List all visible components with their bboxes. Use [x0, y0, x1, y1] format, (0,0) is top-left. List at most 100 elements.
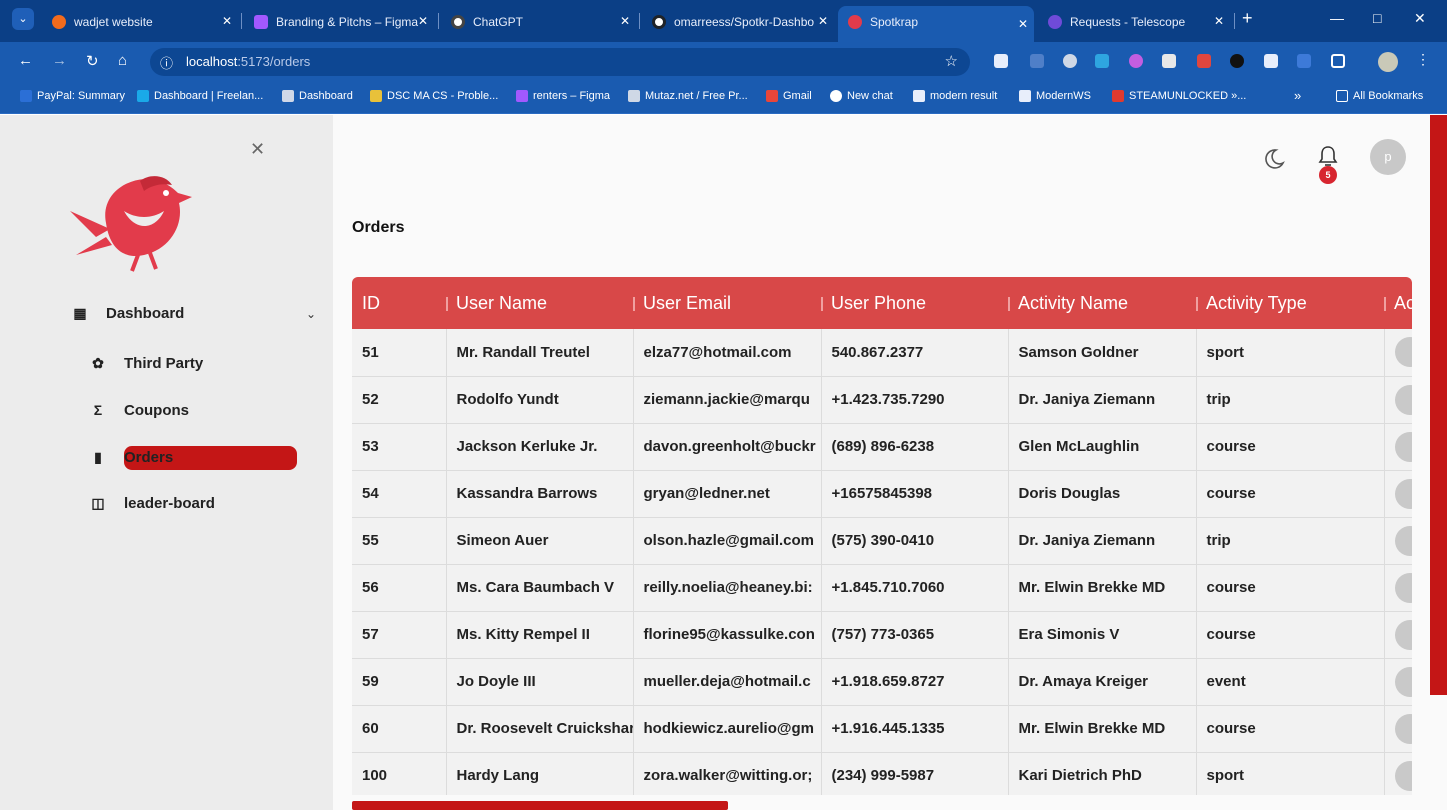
- extension-icon[interactable]: [1129, 54, 1143, 68]
- browser-tab[interactable]: wadjet website ✕: [42, 6, 238, 36]
- extension-icon[interactable]: [1230, 54, 1244, 68]
- table-row[interactable]: 55 Simeon Auer olson.hazle@gmail.com (575) …: [352, 517, 1412, 564]
- bookmark-item[interactable]: Gmail: [766, 90, 812, 103]
- sidebar-item-label: Coupons: [124, 402, 189, 419]
- column-header-activity-extra[interactable]: Ac: [1384, 277, 1412, 329]
- extension-icon[interactable]: [1063, 54, 1077, 68]
- bookmark-star-icon[interactable]: ☆: [945, 52, 958, 70]
- bookmark-item[interactable]: DSC MA CS - Proble...: [370, 90, 498, 103]
- cell-activity-name: Dr. Amaya Kreiger: [1008, 658, 1197, 705]
- browser-tab[interactable]: Requests - Telescope ✕: [1038, 6, 1230, 36]
- cell-activity-avatar: [1384, 611, 1412, 658]
- table-row[interactable]: 52 Rodolfo Yundt ziemann.jackie@marqu +1.42…: [352, 376, 1412, 423]
- column-header-activity-name[interactable]: Activity Name: [1008, 277, 1196, 329]
- table-row[interactable]: 60 Dr. Roosevelt Cruickshar hodkiewicz.aur…: [352, 705, 1412, 752]
- browser-tab[interactable]: Branding & Pitchs – Figma ✕: [244, 6, 434, 36]
- extension-icon[interactable]: [1095, 54, 1109, 68]
- extension-icon[interactable]: [1297, 54, 1311, 68]
- close-icon[interactable]: ✕: [1214, 6, 1224, 36]
- extension-icon[interactable]: [1264, 54, 1278, 68]
- table-row[interactable]: 53 Jackson Kerluke Jr. davon.greenholt@buc…: [352, 423, 1412, 470]
- cell-activity-avatar: [1384, 752, 1412, 795]
- vertical-scrollbar[interactable]: [1430, 115, 1447, 695]
- bookmark-item[interactable]: renters – Figma: [516, 90, 610, 103]
- leaderboard-icon: ◫: [91, 495, 105, 511]
- page-title: Orders: [352, 219, 405, 236]
- url-input[interactable]: ⓘ localhost:5173/orders ☆: [150, 48, 970, 76]
- bookmark-item[interactable]: Mutaz.net / Free Pr...: [628, 90, 748, 103]
- cell-activity-name: Doris Douglas: [1008, 470, 1197, 517]
- back-arrow-icon[interactable]: ←: [18, 52, 33, 69]
- column-header-id[interactable]: ID: [352, 277, 446, 329]
- orders-table: ID User Name User Email User Phone Activ…: [352, 277, 1412, 795]
- reload-icon[interactable]: ↻: [86, 52, 99, 70]
- bookmark-item[interactable]: Dashboard: [282, 90, 353, 103]
- cell-activity-name: Glen McLaughlin: [1008, 423, 1197, 470]
- forward-arrow-icon[interactable]: →: [52, 52, 67, 69]
- close-icon[interactable]: ✕: [620, 6, 630, 36]
- extension-icon[interactable]: [1030, 54, 1044, 68]
- table-row[interactable]: 56 Ms. Cara Baumbach Vreilly.noelia@heane…: [352, 564, 1412, 611]
- close-icon[interactable]: ✕: [818, 6, 828, 36]
- extension-icon[interactable]: [1162, 54, 1176, 68]
- bookmark-item[interactable]: New chat: [830, 90, 893, 103]
- cell-activity-name: Samson Goldner: [1008, 329, 1197, 376]
- dark-mode-moon-icon[interactable]: [1262, 147, 1286, 171]
- all-bookmarks-button[interactable]: All Bookmarks: [1336, 90, 1423, 103]
- cell-activity-avatar: [1384, 658, 1412, 705]
- bookmark-item[interactable]: STEAMUNLOCKED »...: [1112, 90, 1246, 103]
- new-tab-button[interactable]: +: [1242, 8, 1253, 29]
- column-resize-handle[interactable]: [1008, 297, 1010, 311]
- sidebar-item-label: leader-board: [124, 495, 215, 512]
- table-row[interactable]: 59 Jo Doyle III mueller.deja@hotmail.c +1.9…: [352, 658, 1412, 705]
- close-icon[interactable]: ✕: [1018, 9, 1028, 39]
- extension-icon[interactable]: [1197, 54, 1211, 68]
- cell-user-email: davon.greenholt@buckr: [633, 423, 822, 470]
- bookmark-item[interactable]: modern result: [913, 90, 997, 103]
- close-icon[interactable]: ✕: [418, 6, 428, 36]
- bookmark-item[interactable]: PayPal: Summary: [20, 90, 125, 103]
- column-resize-handle[interactable]: [633, 297, 635, 311]
- browser-tab[interactable]: omarreess/Spotkr-Dashbo ✕: [642, 6, 834, 36]
- spotkrap-bird-logo: [70, 176, 192, 272]
- main-content: 5 p Orders ID User Name User Email User …: [333, 115, 1447, 810]
- minimize-icon[interactable]: —: [1330, 10, 1344, 26]
- table-row[interactable]: 54 Kassandra Barrows gryan@ledner.net +1657…: [352, 470, 1412, 517]
- column-resize-handle[interactable]: [1196, 297, 1198, 311]
- browser-profile-avatar[interactable]: [1378, 52, 1398, 72]
- puzzle-icon[interactable]: [1331, 54, 1345, 68]
- column-header-user-email[interactable]: User Email: [633, 277, 821, 329]
- column-header-user-name[interactable]: User Name: [446, 277, 633, 329]
- close-icon[interactable]: ✕: [222, 6, 232, 36]
- browser-tab[interactable]: ChatGPT ✕: [441, 6, 636, 36]
- cell-activity-name: Dr. Janiya Ziemann: [1008, 376, 1197, 423]
- bookmark-item[interactable]: ModernWS: [1019, 90, 1091, 103]
- tab-search-button[interactable]: ⌄: [12, 8, 34, 30]
- table-row[interactable]: 51 Mr. Randall Treutel elza77@hotmail.com 5…: [352, 329, 1412, 376]
- bookmarks-overflow-button[interactable]: »: [1294, 88, 1301, 103]
- site-info-icon[interactable]: ⓘ: [160, 53, 173, 72]
- bookmark-item[interactable]: Dashboard | Freelan...: [137, 90, 263, 103]
- avatar[interactable]: p: [1370, 139, 1406, 175]
- column-resize-handle[interactable]: [1384, 297, 1386, 311]
- column-header-activity-type[interactable]: Activity Type: [1196, 277, 1384, 329]
- horizontal-scrollbar[interactable]: [352, 801, 728, 810]
- column-header-user-phone[interactable]: User Phone: [821, 277, 1008, 329]
- extension-icon[interactable]: [994, 54, 1008, 68]
- window-close-icon[interactable]: ✕: [1414, 10, 1426, 27]
- tab-separator: [1234, 13, 1235, 29]
- cell-id: 59: [352, 658, 447, 705]
- column-resize-handle[interactable]: [446, 297, 448, 311]
- browser-tab-active[interactable]: Spotkrap ✕: [838, 6, 1034, 42]
- column-resize-handle[interactable]: [821, 297, 823, 311]
- cell-activity-type: course: [1196, 705, 1385, 752]
- table-row[interactable]: 100 Hardy Lang zora.walker@witting.or; (234…: [352, 752, 1412, 795]
- close-sidebar-icon[interactable]: ✕: [250, 139, 265, 160]
- maximize-icon[interactable]: □: [1373, 10, 1381, 26]
- chevron-down-icon[interactable]: ⌄: [306, 307, 316, 321]
- activity-avatar-icon: [1394, 760, 1412, 791]
- table-row[interactable]: 57 Ms. Kitty Rempel II florine95@kassulke.…: [352, 611, 1412, 658]
- home-icon[interactable]: ⌂: [118, 52, 127, 69]
- browser-menu-icon[interactable]: ⋮: [1416, 51, 1430, 68]
- orders-table-container: ID User Name User Email User Phone Activ…: [352, 277, 1412, 795]
